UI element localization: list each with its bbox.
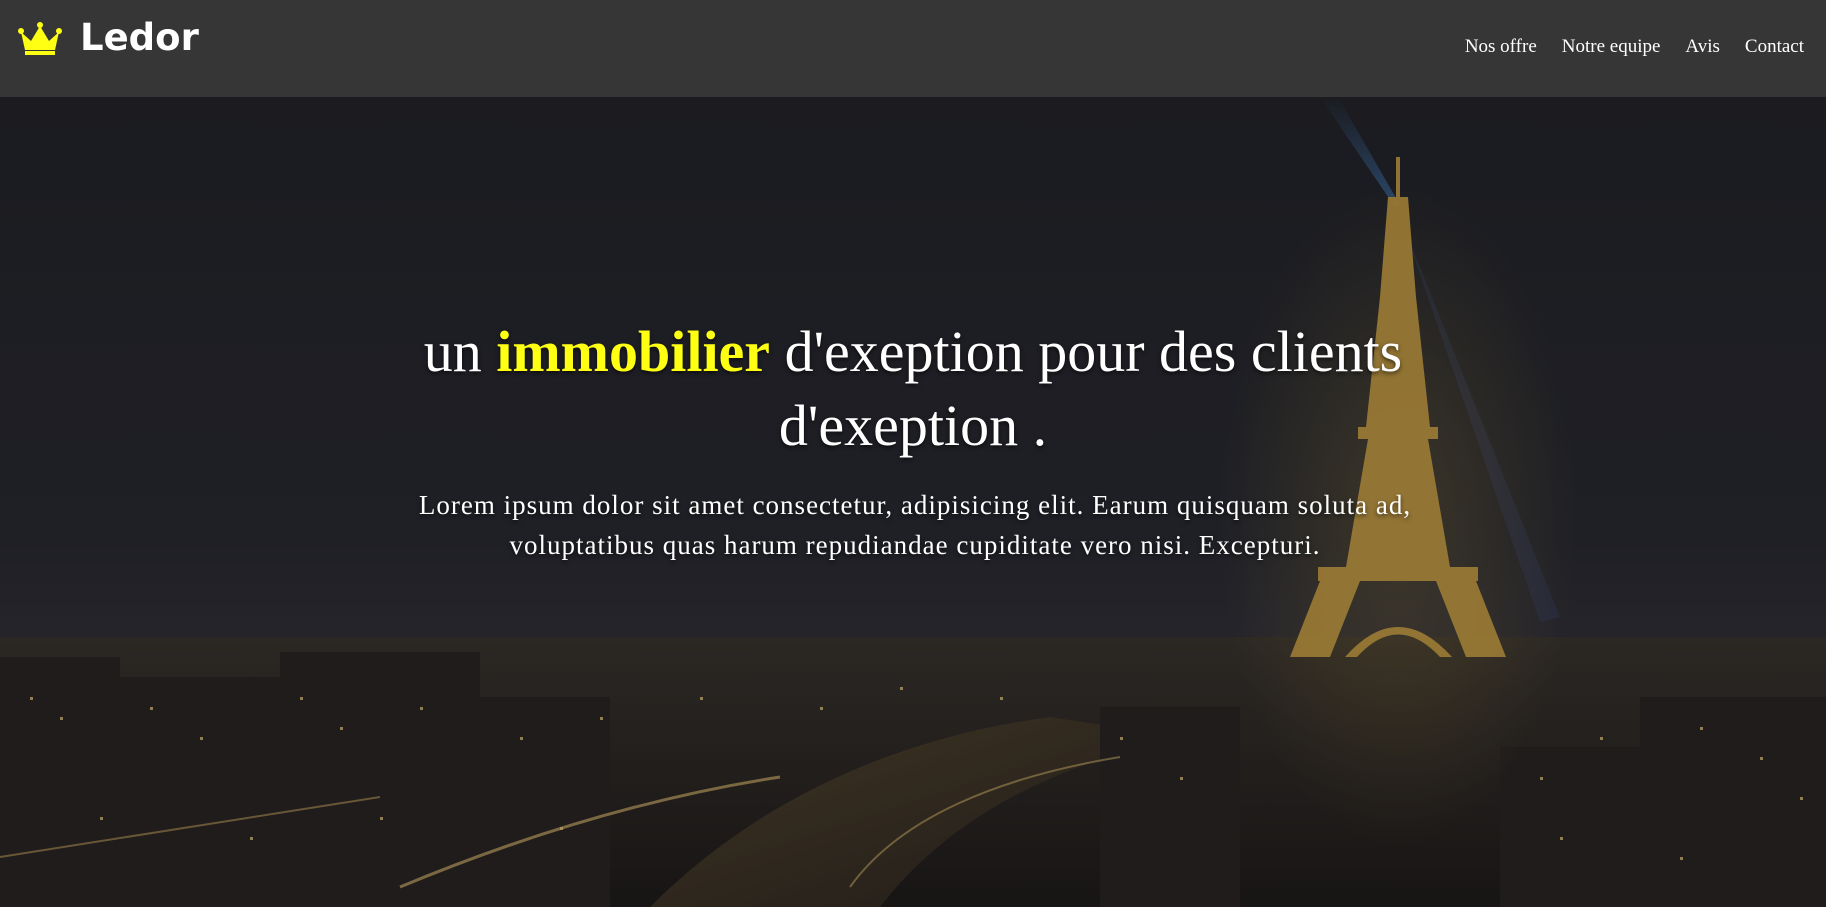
nav-link-notre-equipe[interactable]: Notre equipe [1562, 36, 1661, 58]
headline-prefix: un [423, 319, 497, 384]
hero-lead-text: Lorem ipsum dolor sit amet consectetur, … [418, 490, 1412, 560]
nav-link-avis[interactable]: Avis [1685, 36, 1719, 58]
brand-name: Ledor [80, 16, 199, 59]
nav-link-contact[interactable]: Contact [1745, 36, 1804, 58]
hero-section: un immobilier d'exeption pour des client… [0, 97, 1826, 907]
main-nav: Nos offre Notre equipe Avis Contact [1440, 36, 1804, 58]
nav-link-nos-offre[interactable]: Nos offre [1465, 36, 1537, 58]
navbar: Ledor Nos offre Notre equipe Avis Contac… [0, 0, 1826, 97]
brand-link[interactable]: Ledor [18, 16, 199, 60]
headline-suffix: d'exeption pour des clients d'exeption . [770, 319, 1403, 458]
headline-highlight: immobilier [496, 319, 771, 384]
hero-content: un immobilier d'exeption pour des client… [0, 97, 1826, 907]
hero-headline: un immobilier d'exeption pour des client… [413, 315, 1413, 463]
crown-icon [18, 22, 62, 55]
